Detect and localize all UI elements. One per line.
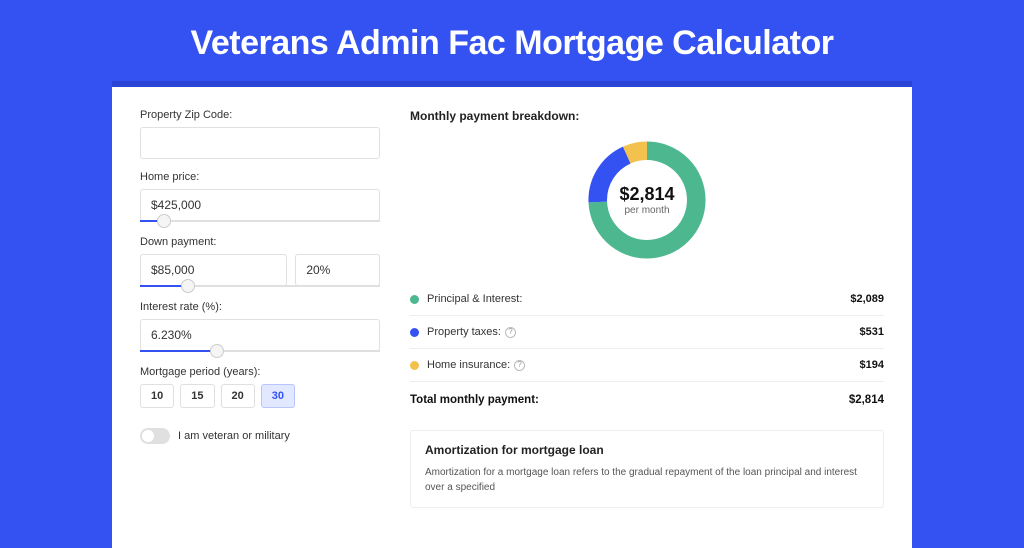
page-title: Veterans Admin Fac Mortgage Calculator [0,0,1024,81]
slider-thumb[interactable] [210,344,224,358]
legend-label-taxes-text: Property taxes: [427,326,501,338]
down-payment-slider[interactable] [140,285,380,287]
donut-chart: $2,814 per month [582,135,712,265]
interest-rate-slider[interactable] [140,350,380,352]
info-icon[interactable]: ? [505,327,516,338]
toggle-knob [142,430,154,442]
legend-label-pi: Principal & Interest: [427,293,850,305]
amortization-text: Amortization for a mortgage loan refers … [425,465,869,495]
info-icon[interactable]: ? [514,360,525,371]
total-value: $2,814 [849,394,884,406]
breakdown-column: Monthly payment breakdown: $2,814 per mo… [410,109,884,508]
amortization-box: Amortization for mortgage loan Amortizat… [410,430,884,508]
legend-label-insurance-text: Home insurance: [427,359,510,371]
legend-dot-blue [410,328,419,337]
home-price-label: Home price: [140,171,380,183]
legend-value-taxes: $531 [860,326,884,338]
veteran-toggle-row: I am veteran or military [140,428,380,444]
period-30-button[interactable]: 30 [261,384,295,408]
interest-rate-input[interactable] [140,319,380,351]
donut-amount: $2,814 [619,184,674,205]
home-price-input[interactable] [140,189,380,221]
total-row: Total monthly payment: $2,814 [410,382,884,420]
down-payment-pct-input[interactable] [295,254,380,286]
legend-value-pi: $2,089 [850,293,884,305]
legend-label-insurance: Home insurance: ? [427,359,860,371]
down-payment-field: Down payment: [140,236,380,287]
interest-rate-label: Interest rate (%): [140,301,380,313]
period-20-button[interactable]: 20 [221,384,255,408]
card-shadow-frame: Property Zip Code: Home price: Down paym… [112,81,912,548]
amortization-title: Amortization for mortgage loan [425,443,869,457]
slider-thumb[interactable] [157,214,171,228]
period-field: Mortgage period (years): 10 15 20 30 [140,366,380,408]
total-label: Total monthly payment: [410,394,849,406]
home-price-field: Home price: [140,171,380,222]
interest-rate-field: Interest rate (%): [140,301,380,352]
legend-dot-green [410,295,419,304]
legend-row-pi: Principal & Interest: $2,089 [410,283,884,316]
zip-label: Property Zip Code: [140,109,380,121]
legend-value-insurance: $194 [860,359,884,371]
legend-label-taxes: Property taxes: ? [427,326,860,338]
calculator-card: Property Zip Code: Home price: Down paym… [112,87,912,548]
period-10-button[interactable]: 10 [140,384,174,408]
donut-center: $2,814 per month [582,135,712,265]
zip-field: Property Zip Code: [140,109,380,159]
breakdown-title: Monthly payment breakdown: [410,109,884,123]
veteran-toggle[interactable] [140,428,170,444]
donut-sub: per month [624,205,669,216]
legend-dot-yellow [410,361,419,370]
zip-input[interactable] [140,127,380,159]
slider-fill [140,350,217,352]
form-column: Property Zip Code: Home price: Down paym… [140,109,380,508]
veteran-toggle-label: I am veteran or military [178,430,290,442]
slider-thumb[interactable] [181,279,195,293]
legend-row-taxes: Property taxes: ? $531 [410,316,884,349]
down-payment-input[interactable] [140,254,287,286]
legend-row-insurance: Home insurance: ? $194 [410,349,884,382]
down-payment-label: Down payment: [140,236,380,248]
period-15-button[interactable]: 15 [180,384,214,408]
home-price-slider[interactable] [140,220,380,222]
period-label: Mortgage period (years): [140,366,380,378]
donut-chart-wrap: $2,814 per month [410,135,884,265]
